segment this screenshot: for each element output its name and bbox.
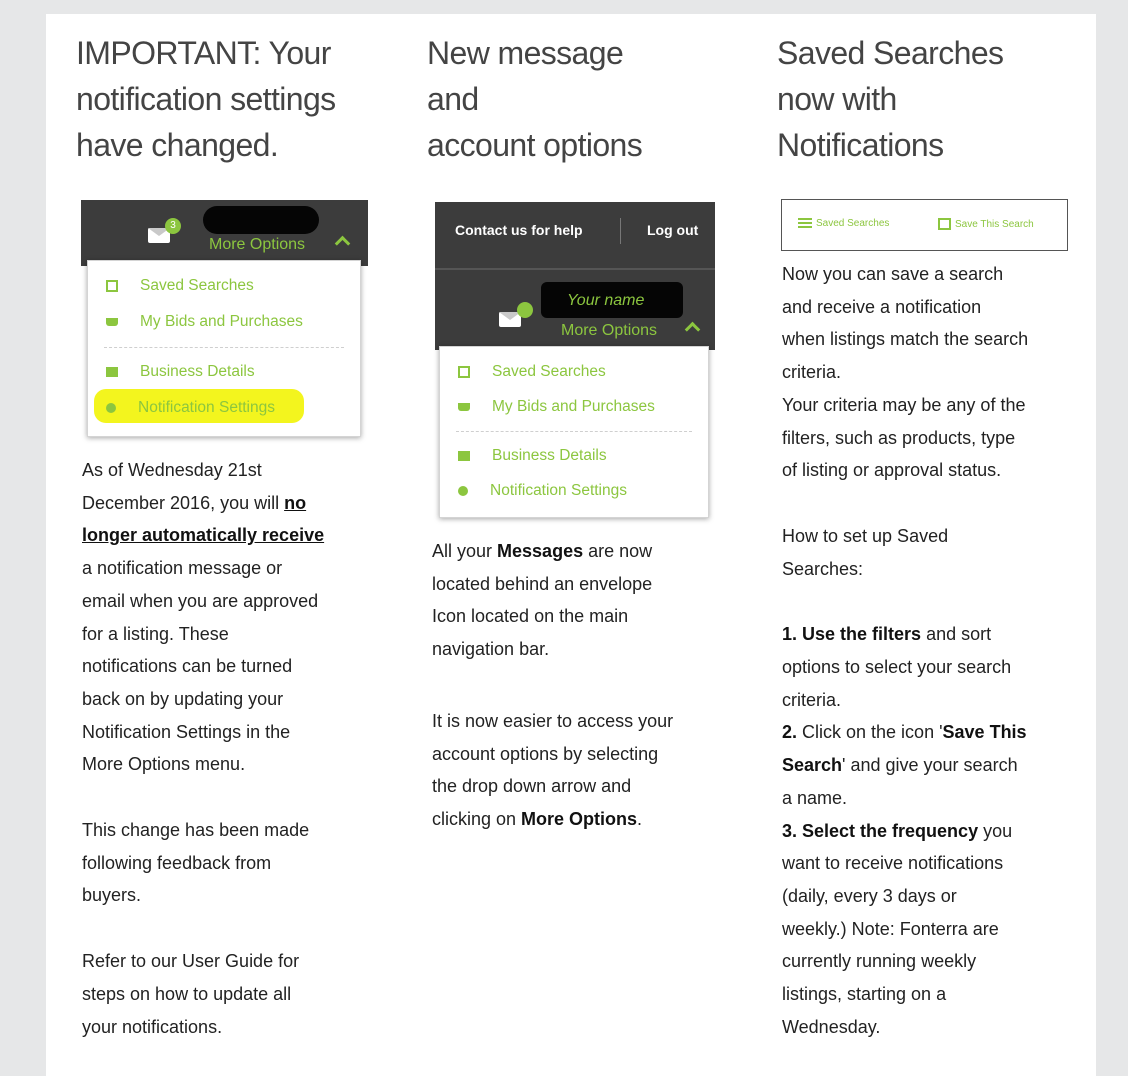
more-options-dropdown: Saved Searches My Bids and Purchases Bus… xyxy=(87,260,361,437)
account-dropdown: Saved Searches My Bids and Purchases Bus… xyxy=(439,346,709,518)
menu-separator xyxy=(104,347,344,348)
saved-searches-button: Saved Searches xyxy=(798,218,889,229)
menu-item-business-details: Business Details xyxy=(106,363,255,381)
cart-icon xyxy=(106,318,118,326)
menu-item-business-details: Business Details xyxy=(458,447,607,465)
factory-icon xyxy=(458,451,470,461)
list-icon xyxy=(798,218,812,229)
message-count-badge: 3 xyxy=(165,218,181,234)
heading-account-options: New message and account options xyxy=(427,35,643,163)
menu-item-bids-purchases: My Bids and Purchases xyxy=(106,313,303,331)
gear-icon xyxy=(106,403,116,413)
menu-item-saved-searches: Saved Searches xyxy=(106,277,254,295)
cart-icon xyxy=(458,403,470,411)
body-text: As of Wednesday 21st December 2016, you … xyxy=(82,460,325,1037)
factory-icon xyxy=(106,367,118,377)
your-name-label: Your name xyxy=(567,292,645,309)
contact-link: Contact us for help xyxy=(455,222,583,238)
header-separator xyxy=(435,268,715,270)
heading-saved-searches: Saved Searches now with Notifications xyxy=(777,35,1004,163)
more-options-label: More Options xyxy=(561,322,658,339)
body-text: All your Messages are now located behind… xyxy=(432,541,674,829)
save-this-search-button: Save This Search xyxy=(938,218,1034,230)
logout-link: Log out xyxy=(647,222,699,238)
menu-item-bids-purchases: My Bids and Purchases xyxy=(458,398,655,416)
gear-icon xyxy=(458,486,468,496)
heading-notification-settings: IMPORTANT: Your notification settings ha… xyxy=(76,35,336,163)
message-badge xyxy=(517,302,533,318)
menu-item-saved-searches: Saved Searches xyxy=(458,363,606,381)
screenshot-account-menu: Contact us for help Log out Your name Mo… xyxy=(435,202,720,524)
save-icon xyxy=(106,280,118,292)
more-options-label: More Options xyxy=(209,236,306,253)
screenshot-more-options-menu: 3 More Options Saved Searches My Bids an… xyxy=(81,200,368,445)
save-icon xyxy=(458,366,470,378)
menu-item-notification-settings: Notification Settings xyxy=(458,482,627,500)
menu-item-notification-settings: Notification Settings xyxy=(106,399,275,417)
redacted-name xyxy=(203,206,319,234)
nav-divider xyxy=(620,218,621,244)
saved-search-toolbar: Saved Searches Save This Search xyxy=(781,199,1068,251)
newsletter-page: IMPORTANT: Your notification settings ha… xyxy=(46,14,1096,1076)
body-text: Now you can save a search and receive a … xyxy=(782,264,1029,1037)
menu-separator xyxy=(456,431,692,432)
save-icon xyxy=(938,218,951,230)
